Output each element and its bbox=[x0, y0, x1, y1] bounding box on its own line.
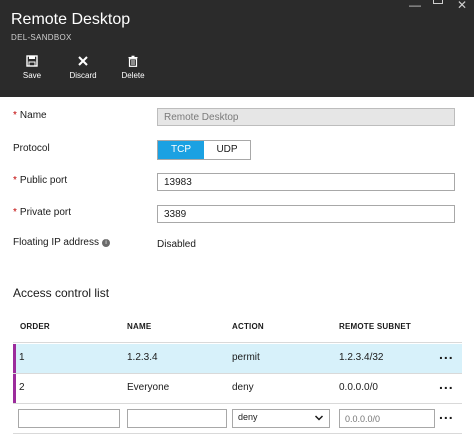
more-options-icon[interactable]: ... bbox=[439, 406, 454, 422]
discard-button[interactable]: Discard bbox=[63, 55, 103, 80]
row-order: 2 bbox=[19, 382, 25, 393]
discard-label: Discard bbox=[69, 71, 97, 80]
discard-icon bbox=[78, 56, 88, 66]
required-marker: * bbox=[13, 110, 17, 121]
column-header-order: ORDER bbox=[20, 322, 50, 331]
save-button[interactable]: Save bbox=[12, 55, 52, 80]
protocol-udp-option[interactable]: UDP bbox=[204, 141, 250, 159]
row-order: 1 bbox=[19, 352, 25, 363]
name-field[interactable] bbox=[157, 108, 455, 126]
new-order-input[interactable] bbox=[18, 409, 120, 428]
blade-title: Remote Desktop bbox=[11, 11, 131, 28]
floating-ip-label: Floating IP address i bbox=[13, 237, 110, 248]
delete-label: Delete bbox=[121, 71, 145, 80]
delete-icon bbox=[128, 55, 138, 67]
divider bbox=[13, 342, 462, 343]
protocol-toggle: TCP UDP bbox=[157, 140, 251, 160]
column-header-remote-subnet: REMOTE SUBNET bbox=[339, 322, 411, 331]
action-select[interactable]: deny bbox=[232, 409, 330, 428]
more-options-icon[interactable]: ... bbox=[439, 376, 454, 392]
chevron-down-icon bbox=[314, 415, 324, 421]
table-row[interactable]: 2 Everyone deny 0.0.0.0/0 ... bbox=[13, 374, 462, 403]
row-subnet: 0.0.0.0/0 bbox=[339, 382, 378, 393]
close-button[interactable]: ✕ bbox=[457, 0, 467, 12]
row-marker bbox=[13, 374, 16, 403]
public-port-field[interactable] bbox=[157, 173, 455, 191]
protocol-tcp-option[interactable]: TCP bbox=[158, 141, 204, 159]
name-label: * Name bbox=[13, 110, 47, 121]
row-marker bbox=[13, 344, 16, 373]
minimize-button[interactable]: — bbox=[409, 0, 421, 12]
private-port-field[interactable] bbox=[157, 205, 455, 223]
save-label: Save bbox=[22, 71, 42, 80]
blade-subtitle: DEL-SANDBOX bbox=[11, 33, 72, 42]
maximize-button[interactable] bbox=[433, 0, 443, 4]
info-icon[interactable]: i bbox=[101, 239, 110, 247]
row-subnet: 1.2.3.4/32 bbox=[339, 352, 384, 363]
blade-header: Remote Desktop DEL-SANDBOX — ✕ Save Disc… bbox=[0, 0, 474, 97]
save-icon bbox=[26, 55, 38, 67]
divider bbox=[13, 403, 462, 404]
private-port-label: * Private port bbox=[13, 207, 72, 218]
row-action: deny bbox=[232, 382, 254, 393]
row-name: Everyone bbox=[127, 382, 170, 393]
acl-title: Access control list bbox=[13, 286, 110, 300]
protocol-label: Protocol bbox=[13, 143, 50, 154]
divider bbox=[13, 433, 462, 434]
table-row[interactable]: 1 1.2.3.4 permit 1.2.3.4/32 ... bbox=[13, 344, 462, 373]
required-marker: * bbox=[13, 175, 17, 186]
column-header-action: ACTION bbox=[232, 322, 264, 331]
new-subnet-input[interactable] bbox=[339, 409, 435, 428]
more-options-icon[interactable]: ... bbox=[439, 346, 454, 362]
floating-ip-value: Disabled bbox=[157, 239, 196, 250]
row-action: permit bbox=[232, 352, 260, 363]
required-marker: * bbox=[13, 207, 17, 218]
row-name: 1.2.3.4 bbox=[127, 352, 158, 363]
new-name-input[interactable] bbox=[127, 409, 227, 428]
action-select-value: deny bbox=[238, 412, 258, 422]
public-port-label: * Public port bbox=[13, 175, 68, 186]
column-header-name: NAME bbox=[127, 322, 152, 331]
delete-button[interactable]: Delete bbox=[113, 55, 153, 80]
